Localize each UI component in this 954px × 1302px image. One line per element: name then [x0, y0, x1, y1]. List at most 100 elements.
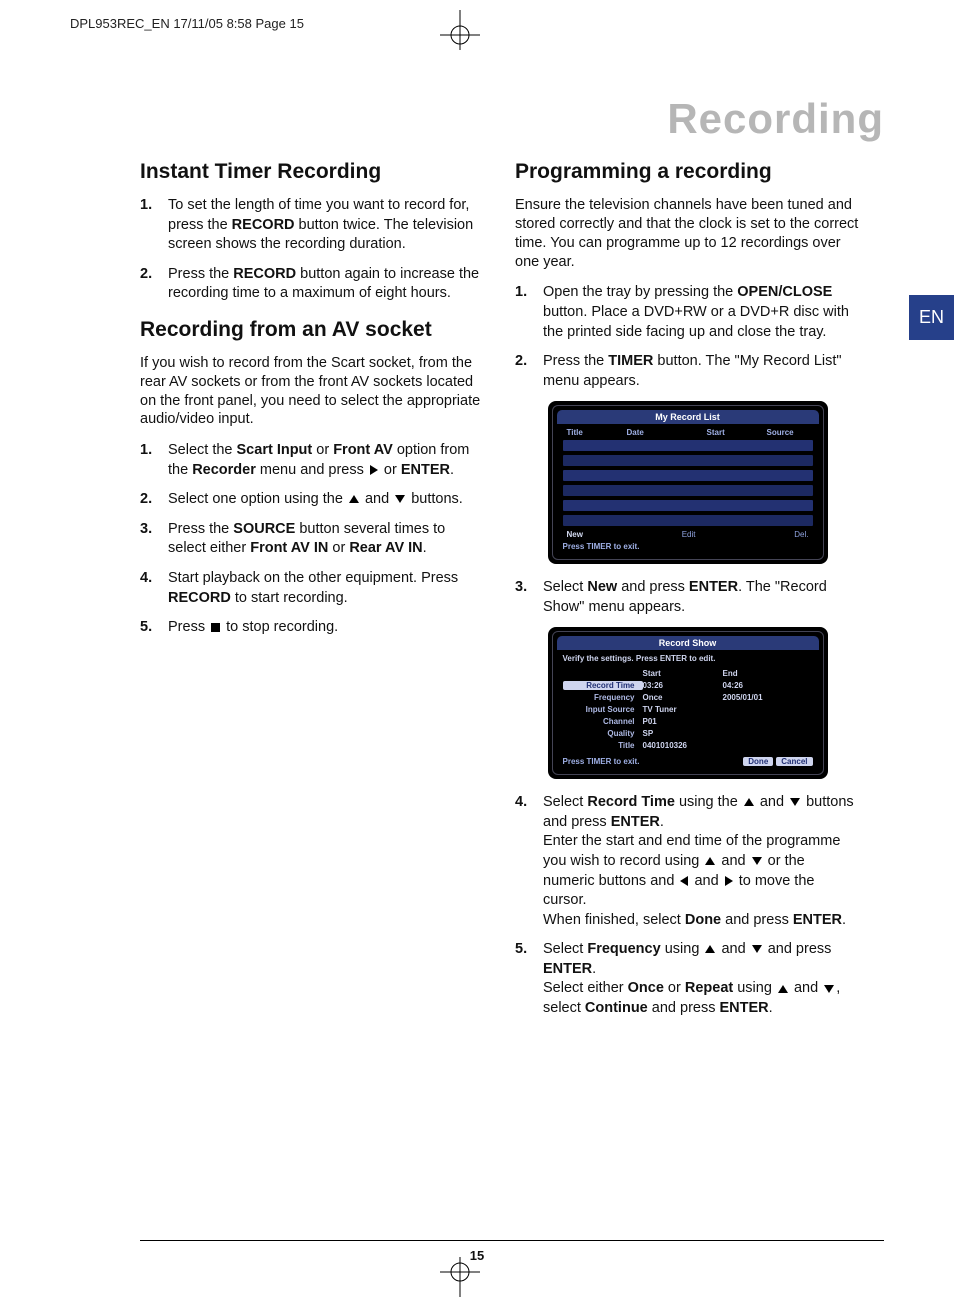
arrow-up-icon	[705, 857, 715, 865]
page-number: 15	[0, 1248, 954, 1263]
list-text: Select Record Time using the and buttons…	[543, 793, 860, 930]
list-item: 2.Select one option using the and button…	[140, 490, 485, 510]
page-title: Recording	[667, 95, 884, 143]
list-text: Select New and press ENTER. The "Record …	[543, 578, 860, 617]
settings-value: 03:26	[643, 681, 723, 690]
arrow-up-icon	[778, 985, 788, 993]
cancel-button: Cancel	[776, 757, 812, 766]
programming-list: 1.Open the tray by pressing the OPEN/CLO…	[515, 283, 860, 1018]
crop-header-text: DPL953REC_EN 17/11/05 8:58 Page 15	[70, 16, 304, 31]
table-row	[563, 440, 813, 451]
exit-text: Press TIMER to exit.	[563, 757, 640, 766]
list-item: 5.Press to stop recording.	[140, 618, 485, 638]
list-text: Press the RECORD button again to increas…	[168, 265, 485, 304]
arrow-right-icon	[725, 876, 733, 886]
screen-inner: Record Show Verify the settings. Press EN…	[552, 631, 824, 775]
av-socket-intro: If you wish to record from the Scart soc…	[140, 354, 485, 429]
exit-text: Press TIMER to exit.	[563, 542, 813, 551]
list-number: 5.	[515, 940, 543, 1018]
list-number: 3.	[515, 578, 543, 617]
list-text: To set the length of time you want to re…	[168, 196, 485, 255]
settings-row: Title0401010326	[563, 739, 813, 751]
settings-value: Once	[643, 693, 723, 702]
settings-label: Quality	[563, 729, 643, 738]
instant-timer-heading: Instant Timer Recording	[140, 160, 485, 184]
table-row	[563, 515, 813, 526]
crop-mark-top-icon	[430, 10, 490, 70]
arrow-right-icon	[370, 465, 378, 475]
instant-timer-list: 1.To set the length of time you want to …	[140, 196, 485, 304]
screen-footer: Press TIMER to exit. DoneCancel	[563, 757, 813, 766]
arrow-up-icon	[744, 798, 754, 806]
screen-footer: NewEditDel.	[563, 530, 813, 539]
crop-mark-bottom-icon	[430, 1237, 490, 1297]
list-item: 1.Select the Scart Input or Front AV opt…	[140, 441, 485, 480]
list-text: Select the Scart Input or Front AV optio…	[168, 441, 485, 480]
av-socket-heading: Recording from an AV socket	[140, 318, 485, 342]
list-number: 5.	[140, 618, 168, 638]
list-number: 1.	[140, 196, 168, 255]
arrow-down-icon	[752, 945, 762, 953]
list-text: Press to stop recording.	[168, 618, 485, 638]
programming-intro: Ensure the television channels have been…	[515, 196, 860, 271]
arrow-down-icon	[395, 495, 405, 503]
settings-value: P01	[643, 717, 723, 726]
arrow-up-icon	[705, 945, 715, 953]
edit-option: Edit	[682, 530, 696, 539]
settings-value-2: 04:26	[723, 681, 783, 690]
done-button: Done	[743, 757, 773, 766]
list-item: 5.Select Frequency using and and press E…	[515, 940, 860, 1018]
arrow-up-icon	[349, 495, 359, 503]
list-item: 3.Press the SOURCE button several times …	[140, 520, 485, 559]
screen-title: My Record List	[557, 410, 819, 424]
arrow-down-icon	[790, 798, 800, 806]
columns: Instant Timer Recording 1.To set the len…	[140, 160, 860, 1220]
settings-row: ChannelP01	[563, 715, 813, 727]
settings-row: Input SourceTV Tuner	[563, 703, 813, 715]
list-item: 1.To set the length of time you want to …	[140, 196, 485, 255]
arrow-down-icon	[824, 985, 834, 993]
list-number: 4.	[515, 793, 543, 930]
settings-row: QualitySP	[563, 727, 813, 739]
settings-label: Frequency	[563, 693, 643, 702]
programming-heading: Programming a recording	[515, 160, 860, 184]
end-head: End	[723, 669, 783, 678]
settings-label: Title	[563, 741, 643, 750]
settings-head: StartEnd	[563, 667, 813, 679]
table-row	[563, 470, 813, 481]
list-text: Select one option using the and buttons.	[168, 490, 485, 510]
screen-title: Record Show	[557, 636, 819, 650]
list-item: 1.Open the tray by pressing the OPEN/CLO…	[515, 283, 860, 342]
screen-inner: My Record ListTitleDateStartSourceNewEdi…	[552, 405, 824, 560]
list-text: Open the tray by pressing the OPEN/CLOSE…	[543, 283, 860, 342]
table-row	[563, 485, 813, 496]
list-text: Press the SOURCE button several times to…	[168, 520, 485, 559]
settings-value: 0401010326	[643, 741, 723, 750]
list-number: 3.	[140, 520, 168, 559]
settings-value: TV Tuner	[643, 705, 723, 714]
settings-label: Input Source	[563, 705, 643, 714]
language-tab: EN	[909, 295, 954, 340]
right-column: Programming a recording Ensure the telev…	[515, 160, 860, 1220]
list-text: Press the TIMER button. The "My Record L…	[543, 352, 860, 391]
table-row	[563, 500, 813, 511]
list-number: 1.	[140, 441, 168, 480]
verify-text: Verify the settings. Press ENTER to edit…	[563, 654, 813, 663]
list-number: 2.	[515, 352, 543, 391]
list-item: 4.Select Record Time using the and butto…	[515, 793, 860, 930]
del-option: Del.	[794, 530, 808, 539]
list-text: Select Frequency using and and press ENT…	[543, 940, 860, 1018]
start-head: Start	[643, 669, 723, 678]
list-number: 2.	[140, 490, 168, 510]
table-row	[563, 455, 813, 466]
av-socket-list: 1.Select the Scart Input or Front AV opt…	[140, 441, 485, 638]
left-column: Instant Timer Recording 1.To set the len…	[140, 160, 485, 1220]
list-number: 4.	[140, 569, 168, 608]
settings-row: FrequencyOnce2005/01/01	[563, 691, 813, 703]
settings-row: Record Time03:2604:26	[563, 679, 813, 691]
settings-value-2: 2005/01/01	[723, 693, 783, 702]
list-item: 2.Press the TIMER button. The "My Record…	[515, 352, 860, 391]
settings-value: SP	[643, 729, 723, 738]
list-item: 4.Start playback on the other equipment.…	[140, 569, 485, 608]
table-header: TitleDateStartSource	[563, 428, 813, 437]
